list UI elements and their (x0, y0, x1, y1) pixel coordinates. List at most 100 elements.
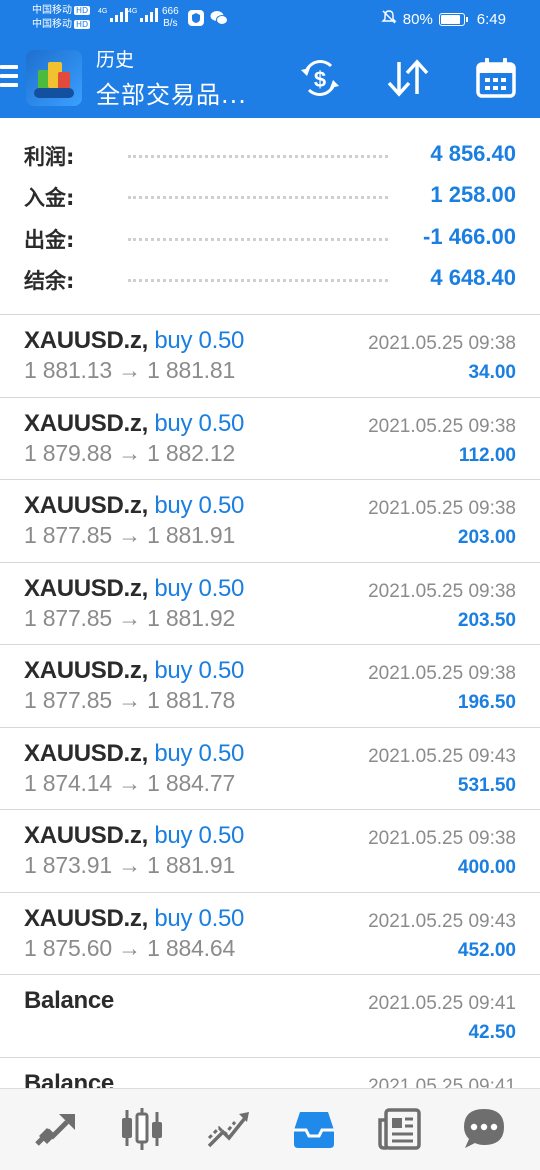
clock: 6:49 (476, 10, 506, 28)
summary-row-withdrawal: 出金: -1 466.00 (24, 218, 516, 258)
sort-icon (387, 59, 429, 97)
app-bar: 历史 全部交易品... $ (0, 38, 540, 118)
deal-title: XAUUSD.z, buy 0.50 (24, 575, 244, 603)
dot-leader (128, 155, 388, 158)
currency-exchange-button[interactable]: $ (296, 56, 344, 100)
nav-news[interactable] (376, 1105, 424, 1153)
bottom-nav (0, 1088, 540, 1170)
summary-value: -1 466.00 (423, 224, 516, 249)
status-bar: 中国移动 HD 中国移动 HD 4G 4G 666 B/s 80% 6:49 (0, 0, 540, 38)
summary-value: 4 648.40 (430, 265, 516, 290)
network-speed-unit: B/s (163, 18, 178, 29)
deal-row[interactable]: XAUUSD.z, buy 0.50 1 879.88 → 1 882.12 2… (0, 398, 540, 480)
summary-row-balance: 结余: 4 648.40 (24, 259, 516, 299)
deal-prices: 1 881.13 → 1 881.81 (24, 357, 236, 383)
deal-title: XAUUSD.z, buy 0.50 (24, 657, 244, 685)
deal-profit: 203.00 (457, 527, 516, 548)
deal-symbol: XAUUSD.z, (24, 739, 148, 767)
network-type-1: 4G (98, 8, 108, 15)
summary-value: 1 258.00 (430, 182, 516, 207)
carrier-2: 中国移动 (32, 19, 72, 30)
deal-row[interactable]: XAUUSD.z, buy 0.50 1 881.13 → 1 881.81 2… (0, 315, 540, 398)
menu-icon[interactable] (0, 65, 18, 91)
deal-row[interactable]: XAUUSD.z, buy 0.50 1 877.85 → 1 881.78 2… (0, 645, 540, 728)
deal-type: buy 0.50 (154, 739, 245, 767)
chat-icon (464, 1109, 504, 1148)
summary-row-profit: 利润: 4 856.40 (24, 135, 516, 175)
deal-symbol: XAUUSD.z, (24, 657, 148, 684)
currency-exchange-icon: $ (301, 60, 339, 96)
summary-label: 入金: (24, 186, 75, 210)
network-speed: 666 B/s (162, 6, 179, 30)
status-right: 80% 6:49 (381, 9, 506, 29)
deal-prices: 1 877.85 → 1 881.91 (24, 522, 236, 548)
carrier-info: 中国移动 HD 中国移动 HD (32, 4, 91, 32)
history-icon (294, 1112, 334, 1148)
deal-time: 2021.05.25 09:43 (368, 910, 516, 932)
news-icon (378, 1108, 421, 1150)
page-title: 历史 (96, 49, 135, 71)
network-type-2: 4G (128, 8, 138, 15)
deal-row[interactable]: XAUUSD.z, buy 0.50 1 874.14 → 1 884.77 2… (0, 728, 540, 810)
quotes-icon (35, 1114, 75, 1146)
deal-time: 2021.05.25 09:43 (368, 745, 516, 767)
deal-time: 2021.05.25 09:41 (368, 993, 516, 1014)
summary-panel: 利润: 4 856.40 入金: 1 258.00 出金: -1 466.00 … (0, 118, 540, 315)
mute-icon (381, 9, 397, 29)
deal-profit: 531.50 (457, 774, 516, 796)
dot-leader (128, 238, 388, 241)
hd-badge-1: HD (74, 5, 91, 15)
deal-symbol: XAUUSD.z, (24, 574, 148, 602)
summary-label: 利润: (24, 145, 75, 169)
balance-row[interactable]: Balance 2021.05.25 09:41 (0, 1058, 540, 1091)
symbol-filter[interactable]: 全部交易品... (96, 80, 247, 110)
deal-list[interactable]: XAUUSD.z, buy 0.50 1 881.13 → 1 881.81 2… (0, 315, 540, 1090)
deal-title: XAUUSD.z, buy 0.50 (24, 327, 244, 355)
deal-time: 2021.05.25 09:38 (368, 580, 516, 602)
balance-row[interactable]: Balance 2021.05.25 09:41 42.50 (0, 975, 540, 1058)
deal-prices: 1 874.14 → 1 884.77 (24, 769, 236, 796)
deal-time: 2021.05.25 09:38 (368, 663, 516, 684)
deal-row[interactable]: XAUUSD.z, buy 0.50 1 873.91 → 1 881.91 2… (0, 810, 540, 893)
dot-leader (128, 279, 388, 282)
top-bar: 中国移动 HD 中国移动 HD 4G 4G 666 B/s 80% 6:49 历… (0, 0, 540, 118)
deal-profit: 112.00 (458, 444, 516, 466)
calendar-button[interactable] (472, 56, 520, 100)
deal-title: XAUUSD.z, buy 0.50 (24, 410, 244, 438)
nav-chart[interactable] (118, 1105, 166, 1153)
nav-history[interactable] (290, 1105, 338, 1153)
trade-icon (207, 1112, 249, 1148)
deal-prices: 1 875.60 → 1 884.64 (24, 934, 236, 961)
deal-type: buy 0.50 (154, 409, 245, 437)
nav-trade[interactable] (204, 1105, 252, 1153)
sort-button[interactable] (384, 56, 432, 100)
deal-profit: 203.50 (457, 609, 516, 631)
shield-app-icon (188, 10, 204, 26)
deal-time: 2021.05.25 09:38 (368, 498, 516, 519)
summary-value: 4 856.40 (430, 141, 516, 166)
chart-icon (122, 1108, 162, 1150)
app-logo[interactable] (26, 50, 82, 106)
dot-leader (128, 196, 388, 199)
summary-row-deposit: 入金: 1 258.00 (24, 176, 516, 216)
deal-symbol: XAUUSD.z, (24, 904, 148, 932)
deal-row[interactable]: XAUUSD.z, buy 0.50 1 875.60 → 1 884.64 2… (0, 893, 540, 975)
signal-icon-2: 4G (128, 8, 162, 24)
deal-profit: 196.50 (457, 692, 516, 713)
deal-prices: 1 877.85 → 1 881.78 (24, 687, 236, 713)
deal-title: XAUUSD.z, buy 0.50 (24, 822, 244, 850)
network-speed-value: 666 (162, 6, 179, 17)
battery-percent: 80% (402, 10, 433, 28)
carrier-1: 中国移动 (32, 5, 72, 16)
deal-symbol: Balance (24, 987, 114, 1014)
deal-symbol: XAUUSD.z, (24, 822, 148, 849)
nav-chat[interactable] (460, 1105, 508, 1153)
deal-type: buy 0.50 (154, 327, 245, 354)
deal-row[interactable]: XAUUSD.z, buy 0.50 1 877.85 → 1 881.92 2… (0, 563, 540, 645)
deal-title: XAUUSD.z, buy 0.50 (24, 905, 244, 933)
deal-row[interactable]: XAUUSD.z, buy 0.50 1 877.85 → 1 881.91 2… (0, 480, 540, 563)
deal-type: buy 0.50 (154, 822, 245, 849)
nav-quotes[interactable] (32, 1105, 80, 1153)
calendar-icon (476, 58, 516, 98)
deal-type: buy 0.50 (154, 574, 245, 602)
